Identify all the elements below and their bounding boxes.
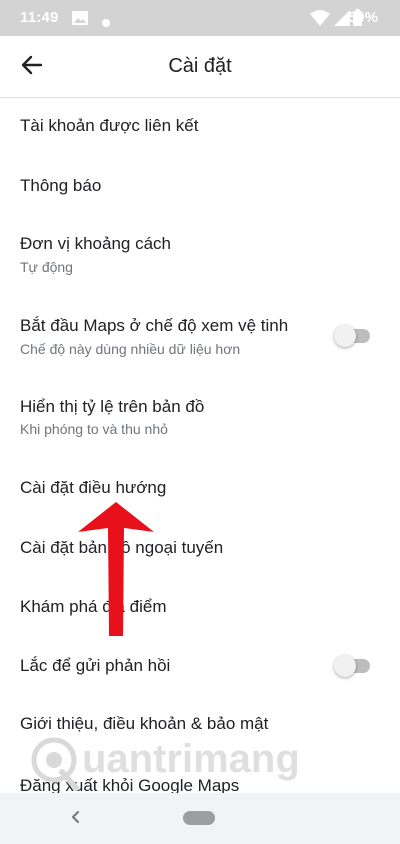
setting-title: Giới thiệu, điều khoản & bảo mật	[20, 714, 269, 733]
chevron-left-icon[interactable]	[64, 805, 88, 829]
setting-distance-units[interactable]: Đơn vị khoảng cách Tự động	[0, 218, 400, 298]
setting-sign-out[interactable]: Đăng xuất khỏi Google Maps	[0, 756, 400, 793]
setting-title: Đơn vị khoảng cách	[20, 234, 172, 253]
image-icon	[72, 11, 88, 30]
setting-show-scale[interactable]: Hiển thị tỷ lệ trên bản đồ Khi phóng to …	[0, 378, 400, 458]
setting-title: Thông báo	[20, 176, 102, 195]
status-time: 11:49	[20, 9, 59, 26]
toggle-thumb	[334, 655, 356, 677]
setting-satellite-view[interactable]: Bắt đầu Maps ở chế độ xem vệ tinh Chế độ…	[0, 298, 400, 378]
status-bar: 11:49 50%	[0, 0, 400, 36]
setting-notifications[interactable]: Thông báo	[0, 158, 400, 218]
setting-offline-maps[interactable]: Cài đặt bản đồ ngoại tuyến	[0, 518, 400, 578]
page-title: Cài đặt	[168, 55, 232, 77]
wifi-icon	[310, 10, 330, 31]
home-pill-icon[interactable]	[183, 811, 215, 825]
setting-subtitle: Chế độ này dùng nhiều dữ liệu hơn	[20, 341, 241, 357]
annotation-arrow	[78, 502, 154, 636]
setting-about[interactable]: Giới thiệu, điều khoản & bảo mật	[0, 696, 400, 756]
setting-explore-places[interactable]: Khám phá địa điểm	[0, 578, 400, 638]
setting-title: Tài khoản được liên kết	[20, 116, 199, 135]
system-nav-bar	[0, 793, 400, 844]
setting-title: Lắc để gửi phản hồi	[20, 656, 171, 675]
setting-linked-accounts[interactable]: Tài khoản được liên kết	[0, 100, 400, 158]
setting-title: Cài đặt điều hướng	[20, 478, 167, 497]
dot-icon	[102, 14, 110, 32]
app-bar: Cài đặt	[0, 36, 400, 98]
setting-title: Hiển thị tỷ lệ trên bản đồ	[20, 397, 205, 416]
setting-navigation[interactable]: Cài đặt điều hướng	[0, 458, 400, 518]
setting-subtitle: Khi phóng to và thu nhỏ	[20, 421, 168, 437]
setting-shake-feedback[interactable]: Lắc để gửi phản hồi	[0, 638, 400, 696]
toggle-thumb	[334, 325, 356, 347]
battery-percent: 50%	[347, 9, 378, 26]
setting-title: Đăng xuất khỏi Google Maps	[20, 776, 240, 793]
shake-feedback-toggle[interactable]	[334, 655, 370, 677]
satellite-view-toggle[interactable]	[334, 325, 370, 347]
setting-subtitle: Tự động	[20, 259, 73, 275]
setting-title: Bắt đầu Maps ở chế độ xem vệ tinh	[20, 316, 289, 335]
